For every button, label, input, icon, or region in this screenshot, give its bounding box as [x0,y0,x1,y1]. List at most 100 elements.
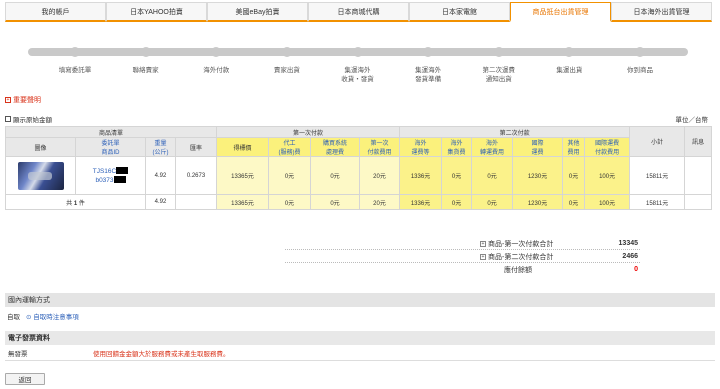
progress-step-label: 集運海外 收貨・發貨 [341,67,374,83]
local-ship-header: 海外 集貨費 [441,137,473,157]
progress-step-dot [352,47,363,57]
first-total-label: 商品-第一次付款合計 [488,240,554,248]
product-thumbnail[interactable] [17,161,64,190]
intl-ship-header: 國際 運費 [512,137,564,157]
tab-overseas-shipment[interactable]: 日本海外出貨管理 [611,2,712,22]
expand-icon[interactable]: + [480,240,486,247]
rate-header: 匯率 [174,137,218,157]
table-row: TJS16C b0373 4.92 0.2673 13365元 0元 0元 20… [5,156,713,195]
tab-yahoo-auction[interactable]: 日本YAHOO拍賣 [106,2,207,22]
intl-ship-cell: 1230元 [512,156,564,195]
total-intl-handling: 100元 [584,194,631,210]
first-subtotal-cell: 20元 [359,156,401,195]
intl-handling-header: 國際運費 付款費用 [584,137,631,157]
item-count-cell: 共 1 件 [5,194,146,210]
overseas-ship-cell: 1336元 [399,156,443,195]
invoice-row: 無發票 使用回饋金金額大於服務費或未產生取服務費。 [5,346,715,361]
pickup-notice-link[interactable]: ⊙ 自取時注意事項 [26,311,79,321]
tab-my-account[interactable]: 我的帳戶 [5,2,106,22]
progress-step-label: 海外付款 [203,67,230,74]
total-intl-ship: 1230元 [512,194,564,210]
product-list-header: 商品清單 [4,126,218,138]
intl-handling-cell: 100元 [584,156,631,195]
balance-due-label: 應付餘額 [504,266,532,274]
second-payment-header: 第二次付款 [399,126,631,138]
overseas-agency-cell: 0元 [471,156,514,195]
total-note-cell [684,194,713,210]
total-rate-cell [174,194,218,210]
progress-step-dot [635,47,645,57]
total-first-subtotal: 20元 [359,194,401,210]
product-image-cell [5,156,76,195]
domestic-shipping-section: 國內運輸方式 [5,293,715,307]
first-payment-total-row[interactable]: + 商品-第一次付款合計 13345 [480,237,640,250]
note-cell [684,156,713,195]
total-overseas-ship: 1336元 [399,194,443,210]
service-fee-header: 購買系統 處理費 [310,137,361,157]
total-proxy-fee: 0元 [268,194,312,210]
expand-icon: + [5,97,11,103]
total-row: 共 1 件 4.92 13365元 0元 0元 20元 1336元 0元 0元 … [5,194,713,210]
tab-japan-appliance[interactable]: 日本家電館 [409,2,510,22]
order-items-table: 商品清單 第一次付款 第二次付款 小計 訊息 圖像 委託單 商品ID 重量 (公… [4,126,713,210]
first-total-value: 13345 [618,240,638,247]
total-service-fee: 0元 [310,194,361,210]
item-id-link[interactable]: b0373 [95,177,113,184]
item-count: 1 [73,200,78,207]
note-header: 訊息 [684,126,713,157]
first-subtotal-header: 第一次 付款費用 [359,137,401,157]
invoice-warning: 使用回饋金金額大於服務費或未產生取服務費。 [93,351,230,358]
subtotal-cell: 15811元 [629,156,686,195]
progress-step-label: 第二次運費 通知出貨 [482,67,516,83]
progress-step-label: 你到商品 [627,67,653,74]
progress-step-label: 集運出貨 [556,67,583,74]
proxy-fee-cell: 0元 [268,156,312,195]
progress-step-dot [281,47,292,57]
subtotal-header: 小計 [629,126,686,157]
pickup-method: 自取 ⊙ 自取時注意事項 [7,311,79,321]
first-payment-header: 第一次付款 [216,126,401,138]
progress-step-dot [140,47,151,57]
pickup-notice-label: 自取時注意事項 [33,314,79,321]
overseas-agency-header: 海外 轉運費用 [471,137,514,157]
main-tabs: 我的帳戶 日本YAHOO拍賣 美國eBay拍賣 日本商城代購 日本家電館 商品抵… [5,2,715,23]
expand-icon[interactable]: + [480,253,486,260]
second-total-value: 2466 [622,253,638,260]
total-overseas-agency: 0元 [471,194,514,210]
order-id-cell: TJS16C b0373 [75,156,146,195]
invoice-section: 電子發票資料 [5,331,715,345]
weight-header: 重量 (公斤) [145,137,176,157]
order-no-header: 委託單 商品ID [75,137,146,157]
progress-step-label: 聯絡賣家 [132,67,159,74]
progress-step-label: 賣家出貨 [273,67,300,74]
local-ship-cell: 0元 [441,156,473,195]
weight-cell: 4.92 [145,156,176,195]
progress-step-dot [493,47,504,57]
second-payment-total-row[interactable]: + 商品-第二次付款合計 2466 [480,250,640,263]
total-other-fee: 0元 [562,194,586,210]
balance-due-row: 應付餘額 0 [480,263,640,276]
currency-unit: 單位／台幣 [675,117,709,124]
overseas-ship-header: 海外 運費等 [399,137,443,157]
proxy-fee-header: 代工 (服務)費 [268,137,312,157]
grand-subtotal: 15811元 [629,194,686,210]
order-id-link[interactable]: TJS16C [93,168,116,175]
show-original-checkbox[interactable] [5,116,11,122]
payment-summary: + 商品-第一次付款合計 13345 + 商品-第二次付款合計 2466 應付餘額 … [480,237,640,276]
tab-japan-mall[interactable]: 日本商城代購 [308,2,409,22]
other-fee-cell: 0元 [562,156,586,195]
info-icon: ⊙ [26,314,32,321]
bid-price-cell: 13365元 [216,156,270,195]
rate-cell: 0.2673 [174,156,218,195]
count-suffix: 件 [78,200,85,207]
second-total-label: 商品-第二次付款合計 [488,253,554,261]
tab-shipment-management[interactable]: 商品抵台出貨管理 [510,2,611,22]
progress-step-dot [70,47,80,57]
show-original-label: 顯示原始金額 [13,117,52,124]
count-prefix: 共 [66,200,73,207]
show-original-amount[interactable]: 顯示原始金額 [5,114,52,124]
back-button[interactable]: 返回 [5,373,45,385]
image-header: 圖像 [5,137,76,157]
tab-ebay-auction[interactable]: 美國eBay拍賣 [207,2,308,22]
important-notice[interactable]: + 重要聲明 [5,95,41,105]
